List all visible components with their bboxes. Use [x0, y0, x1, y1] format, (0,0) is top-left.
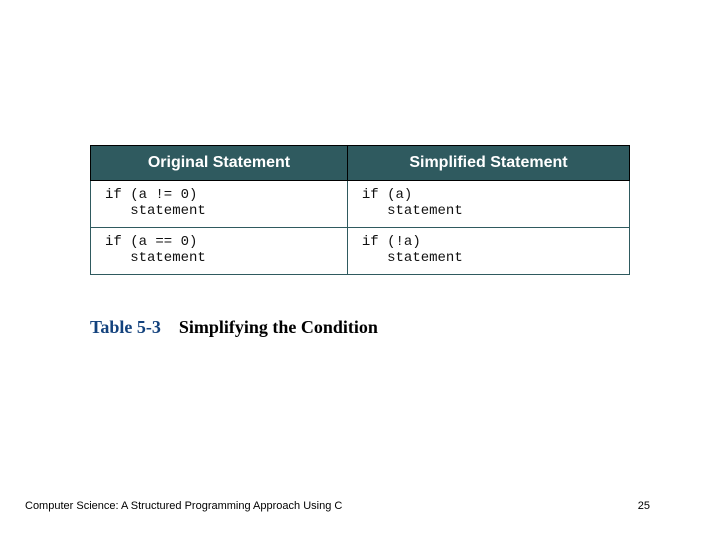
col-header-original: Original Statement: [91, 146, 348, 181]
page-number: 25: [638, 500, 650, 512]
cell-original: if (a == 0) statement: [91, 228, 348, 275]
slide: Original Statement Simplified Statement …: [0, 0, 720, 540]
table-row: if (a == 0) statement if (!a) statement: [91, 228, 630, 275]
cell-simplified: if (a) statement: [347, 181, 629, 228]
caption-label: Table 5-3: [90, 317, 161, 337]
footer-text: Computer Science: A Structured Programmi…: [25, 500, 342, 512]
table-caption: Table 5-3 Simplifying the Condition: [90, 317, 378, 338]
table-row: if (a != 0) statement if (a) statement: [91, 181, 630, 228]
table-header-row: Original Statement Simplified Statement: [91, 146, 630, 181]
simplify-table: Original Statement Simplified Statement …: [90, 145, 630, 275]
cell-original: if (a != 0) statement: [91, 181, 348, 228]
cell-simplified: if (!a) statement: [347, 228, 629, 275]
caption-title: Simplifying the Condition: [179, 317, 378, 337]
table-container: Original Statement Simplified Statement …: [90, 145, 630, 275]
col-header-simplified: Simplified Statement: [347, 146, 629, 181]
